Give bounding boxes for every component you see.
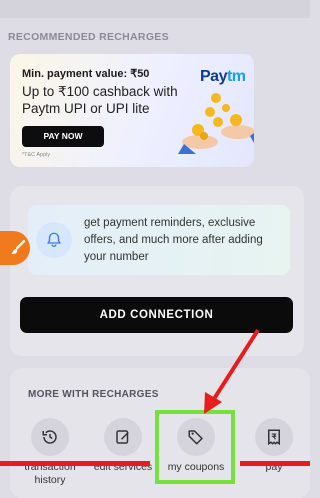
red-arrow — [204, 328, 260, 414]
